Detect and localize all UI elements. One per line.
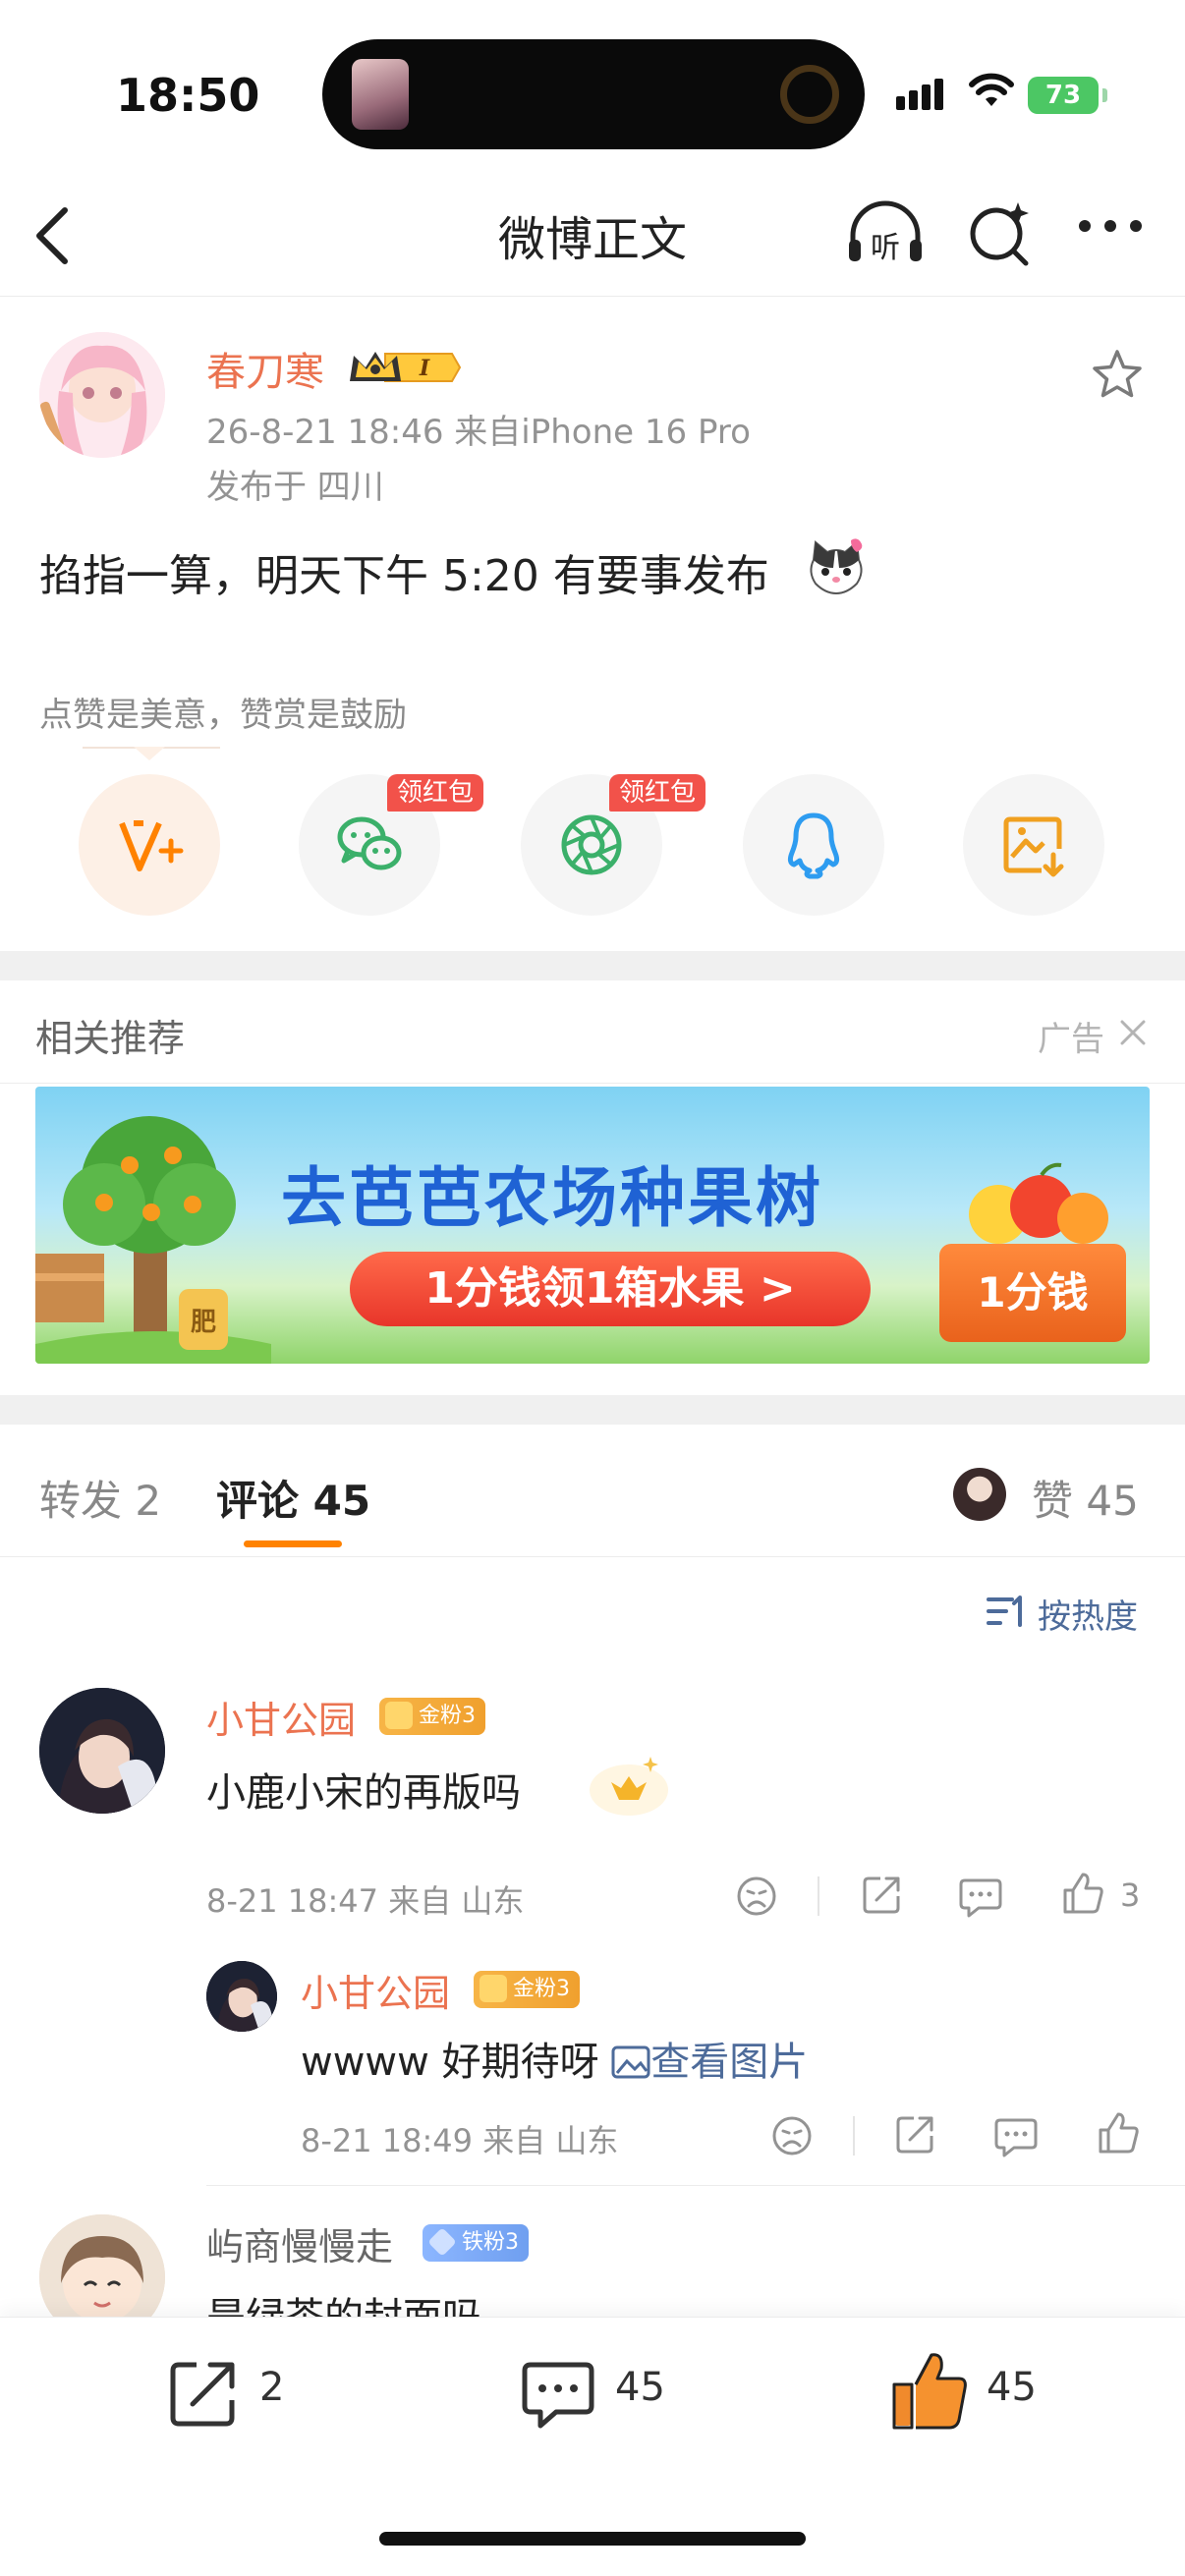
moments-icon	[561, 814, 622, 875]
comment-icon[interactable]	[521, 2357, 595, 2432]
section-gap	[0, 951, 1185, 980]
gold-crown-sticker-icon	[590, 1757, 668, 1816]
bottom-action-bar: 2 45 45	[0, 2317, 1185, 2576]
fan-level-badge[interactable]: 金粉3	[474, 1971, 580, 2008]
share-qq-button[interactable]	[743, 774, 884, 916]
ad-close-icon[interactable]	[1118, 1018, 1148, 1047]
status-bar: 18:50 73	[0, 0, 1185, 177]
battery-indicator: 73	[1028, 77, 1107, 114]
v-plus-icon	[119, 820, 184, 871]
ad-cta-button[interactable]: 1分钱领1箱水果 >	[350, 1252, 871, 1326]
comment-text: 小鹿小宋的再版吗	[206, 1770, 521, 1816]
redpack-tag-moments[interactable]: 领红包	[609, 774, 706, 812]
view-image-link[interactable]: 查看图片	[650, 2040, 808, 2085]
status-time: 18:50	[116, 69, 260, 122]
repost-icon[interactable]	[165, 2357, 240, 2432]
wechat-icon	[337, 816, 402, 870]
reply-icon[interactable]	[959, 1875, 1002, 1918]
comment-meta: 8-21 18:47 来自 山东	[206, 1882, 525, 1920]
svg-text:听: 听	[871, 231, 900, 265]
image-icon[interactable]	[611, 2045, 650, 2079]
liker-avatar	[953, 1468, 1006, 1521]
post-time-source: 26-8-21 18:46 来自iPhone 16 Pro	[206, 413, 751, 452]
tab-likes[interactable]: 赞 45	[1032, 1468, 1139, 1528]
section-gap	[0, 1395, 1185, 1425]
action-separator	[853, 2116, 855, 2156]
more-icon[interactable]	[1077, 216, 1144, 236]
favorite-star-icon[interactable]	[1091, 348, 1144, 401]
ad-divider	[0, 1083, 1185, 1084]
commenter-name[interactable]: 屿商慢慢走	[206, 2216, 393, 2270]
author-avatar[interactable]	[39, 332, 165, 458]
commenter-name[interactable]: 小甘公园	[206, 1690, 356, 1744]
repost-count[interactable]: 2	[259, 2365, 284, 2410]
listen-icon[interactable]: 听	[845, 198, 926, 269]
action-separator	[818, 1876, 819, 1916]
activity-ring-icon	[780, 65, 839, 124]
like-icon[interactable]	[1097, 2110, 1140, 2156]
nav-bar: 微博正文 听	[0, 177, 1185, 297]
wifi-icon	[969, 73, 1014, 106]
save-image-icon	[1003, 816, 1064, 877]
fan-level-badge[interactable]: 金粉3	[379, 1698, 485, 1735]
recommend-section-title: 相关推荐	[35, 1017, 186, 1060]
like-count-total[interactable]: 45	[987, 2365, 1037, 2410]
commenter-avatar[interactable]	[39, 1688, 165, 1814]
tabs-divider	[0, 1556, 1185, 1557]
reply-meta: 8-21 18:49 来自 山东	[301, 2122, 619, 2159]
ad-banner[interactable]: 肥 去芭芭农场种果树 1分钱领1箱水果 > 1分钱	[35, 1087, 1150, 1364]
reply-avatar[interactable]	[206, 1961, 277, 2032]
v-plus-reward-button[interactable]	[79, 774, 220, 916]
share-icon[interactable]	[894, 2112, 937, 2156]
dislike-icon[interactable]	[770, 2114, 814, 2157]
like-filled-icon[interactable]	[890, 2349, 969, 2432]
like-icon[interactable]	[1061, 1871, 1104, 1916]
reward-tip-arrow	[134, 747, 165, 760]
dislike-icon[interactable]	[735, 1875, 778, 1918]
svg-text:I: I	[419, 356, 430, 381]
redpack-tag-wechat[interactable]: 领红包	[387, 774, 484, 812]
tab-reposts[interactable]: 转发 2	[39, 1468, 161, 1528]
ad-headline: 去芭芭农场种果树	[281, 1160, 823, 1236]
qq-icon	[787, 812, 840, 879]
svg-text:肥: 肥	[191, 1308, 216, 1337]
home-indicator[interactable]	[379, 2532, 806, 2546]
fruit-tree-illustration: 肥	[35, 1116, 271, 1364]
tab-active-indicator	[244, 1540, 342, 1547]
comment-count[interactable]: 45	[615, 2365, 665, 2410]
vip-crown-badge[interactable]: I	[346, 344, 462, 391]
ad-label: 广告	[1038, 1020, 1104, 1059]
share-icon[interactable]	[861, 1873, 904, 1916]
reply-text: wwww 好期待呀 查看图片	[301, 2040, 809, 2085]
save-image-button[interactable]	[963, 774, 1104, 916]
post-body: 掐指一算，明天下午 5:20 有要事发布	[39, 551, 769, 601]
fan-level-badge[interactable]: 铁粉3	[423, 2224, 529, 2262]
like-count: 3	[1120, 1876, 1141, 1914]
search-icon[interactable]	[965, 198, 1036, 269]
ad-price-box: 1分钱	[939, 1244, 1126, 1342]
reward-hint: 点赞是美意，赞赏是鼓励	[39, 696, 407, 735]
reply-icon[interactable]	[994, 2114, 1038, 2157]
dynamic-island[interactable]	[322, 39, 865, 149]
sort-by-hot[interactable]: 按热度	[1038, 1590, 1138, 1638]
now-playing-artwork	[352, 59, 409, 130]
post-location: 发布于 四川	[206, 468, 384, 507]
sort-icon[interactable]	[987, 1594, 1028, 1629]
comment-divider	[206, 2185, 1185, 2186]
reply-author-name[interactable]: 小甘公园	[301, 1963, 450, 2017]
cat-emoji-icon	[810, 538, 863, 595]
fruit-pile-illustration	[969, 1162, 1108, 1244]
author-name[interactable]: 春刀寒	[206, 340, 324, 397]
tab-comments[interactable]: 评论 45	[216, 1468, 370, 1528]
